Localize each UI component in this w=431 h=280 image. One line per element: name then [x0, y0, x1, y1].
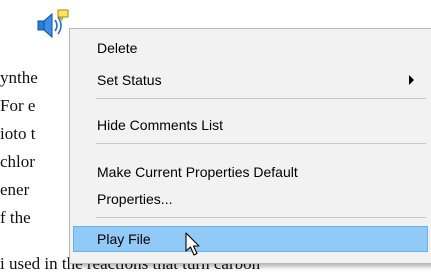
menu-item-play-file[interactable]: Play File — [73, 226, 428, 252]
submenu-arrow-icon — [409, 75, 414, 85]
menu-item-label: Hide Comments List — [97, 117, 224, 133]
menu-item-properties[interactable]: Properties... — [73, 186, 428, 212]
menu-item-delete[interactable]: Delete — [73, 35, 428, 61]
menu-item-make-default[interactable]: Make Current Properties Default — [73, 159, 428, 185]
menu-separator — [96, 98, 426, 99]
menu-item-set-status[interactable]: Set Status — [73, 67, 428, 93]
document-line: chlor — [0, 152, 35, 171]
document-line: f the — [0, 208, 31, 227]
document-line: ener — [0, 180, 30, 199]
menu-item-label: Properties... — [97, 191, 173, 207]
menu-separator — [96, 217, 426, 218]
document-line: For e — [0, 96, 36, 115]
menu-item-label: Delete — [97, 40, 138, 56]
menu-item-label: Play File — [97, 231, 151, 247]
document-line: ioto t — [0, 124, 36, 143]
context-menu: Delete Set Status Hide Comments List Mak… — [69, 28, 431, 264]
menu-item-label: Make Current Properties Default — [97, 164, 298, 180]
menu-item-label: Set Status — [97, 72, 162, 88]
menu-separator — [96, 143, 426, 144]
sound-annotation-icon[interactable] — [32, 8, 72, 40]
document-line: ynthe — [0, 68, 38, 87]
mouse-pointer-icon — [185, 232, 207, 258]
menu-item-hide-comments-list[interactable]: Hide Comments List — [73, 112, 428, 138]
